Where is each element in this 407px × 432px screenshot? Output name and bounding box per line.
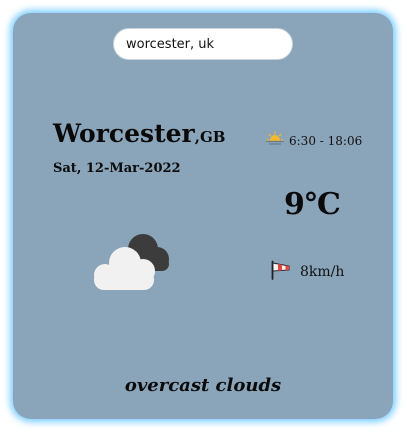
- wind-info: 8km/h: [270, 260, 344, 284]
- sun-times-text: 6:30 - 18:06: [289, 133, 363, 148]
- overcast-clouds-icon: [85, 229, 181, 298]
- city-name: Worcester: [53, 119, 195, 148]
- sun-times: 6:30 - 18:06: [265, 131, 362, 150]
- current-date: Sat, 12-Mar-2022: [53, 161, 181, 176]
- temperature: 9℃: [284, 187, 341, 222]
- weather-card: Worcester,GB Sat, 12-Mar-2022 6:30 - 18:…: [13, 13, 393, 419]
- sunrise-sunset-icon: [265, 131, 285, 150]
- location-heading: Worcester,GB: [53, 119, 225, 148]
- windsock-icon: [270, 260, 292, 284]
- country-code: ,GB: [194, 128, 226, 146]
- city-search-input[interactable]: [113, 28, 293, 60]
- wind-speed: 8km/h: [300, 264, 345, 280]
- weather-description: overcast clouds: [124, 375, 282, 396]
